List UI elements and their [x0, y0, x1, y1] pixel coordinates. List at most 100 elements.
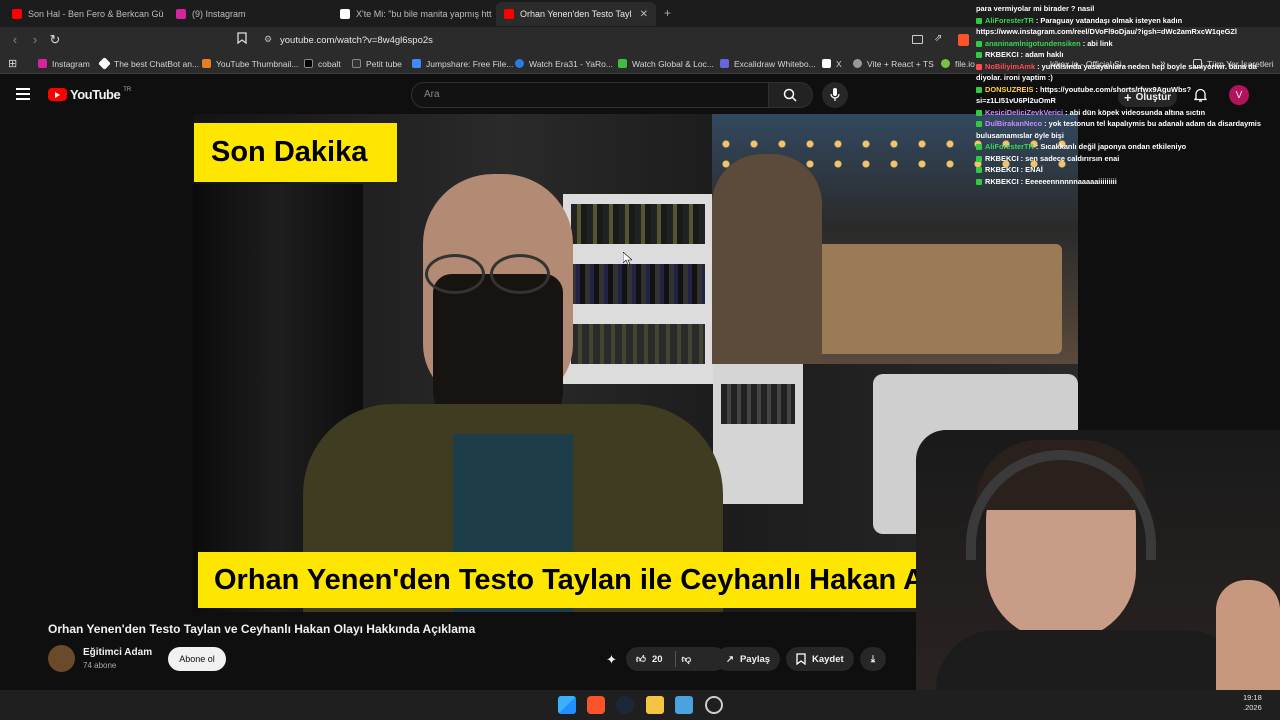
download-button[interactable]: ⤓	[860, 647, 886, 671]
bookmark-x[interactable]: X	[822, 56, 842, 71]
badge-icon	[976, 86, 982, 93]
search-input[interactable]: Ara	[411, 82, 769, 108]
bookmark-icon[interactable]	[234, 32, 250, 47]
apps-grid-icon[interactable]: ⊞	[8, 56, 17, 71]
brave-shield-icon[interactable]	[958, 34, 969, 46]
tab-active-video[interactable]: Orhan Yenen'den Testo Taylan ve ✕	[496, 2, 656, 26]
badge-icon	[976, 155, 982, 162]
like-count[interactable]: 20	[652, 654, 663, 665]
chat-username: AliForesterTR	[985, 15, 1034, 25]
forward-arrow-icon[interactable]: ›	[27, 32, 43, 47]
share-label: Paylaş	[739, 653, 771, 665]
share-button[interactable]: ↗ Paylaş	[716, 647, 781, 671]
bookmark-label: YouTube Thumbnail...	[216, 58, 299, 69]
subscribe-button[interactable]: Abone ol	[168, 647, 226, 671]
new-tab-button[interactable]: +	[664, 6, 671, 20]
tab-x-post[interactable]: X'te Mi: "bu bile manita yapmış https:	[332, 2, 492, 26]
search-placeholder: Ara	[424, 89, 440, 100]
streamer-webcam	[916, 430, 1280, 720]
chat-message: KesiciDeliciZevkVerici: abi dün köpek vi…	[976, 107, 1280, 119]
badge-icon	[976, 167, 982, 174]
bookmark-label: Petit tube	[366, 58, 402, 69]
tab-instagram[interactable]: (9) Instagram	[168, 2, 328, 26]
tab-son-hal[interactable]: Son Hal - Ben Fero & Berkcan Güven	[4, 2, 164, 26]
youtube-logo[interactable]: YouTube TR	[48, 87, 131, 102]
chat-text: : adam haklı	[1020, 50, 1064, 59]
voice-search-button[interactable]	[822, 82, 848, 108]
thumbs-down-icon[interactable]: 👎︎	[682, 653, 692, 665]
chat-text: : sen sadece caldırırsın enai	[1020, 153, 1120, 163]
tab-label: Orhan Yenen'den Testo Taylan ve	[520, 9, 632, 19]
bookmark-era31[interactable]: Watch Era31 - YaRo...	[515, 56, 613, 71]
system-clock[interactable]: 19:18 .2026	[1243, 693, 1262, 713]
share-icon[interactable]: ⇗	[934, 33, 942, 44]
address-bar[interactable]: ⚙ youtube.com/watch?v=8w4gl6spo2s	[255, 31, 895, 50]
site-info-icon[interactable]: ⚙	[264, 34, 272, 45]
youtube-play-icon	[48, 88, 67, 101]
chat-text: https://www.instagram.com/reel/DVoFl9oDj…	[976, 27, 1237, 36]
cast-icon[interactable]	[912, 35, 923, 44]
back-arrow-icon[interactable]: ‹	[7, 32, 23, 47]
cobalt-icon	[304, 59, 313, 68]
bookmark-vite[interactable]: Vite + React + TS	[853, 56, 934, 71]
bookmark-watch-global[interactable]: Watch Global & Loc...	[618, 56, 714, 71]
chat-username: DONSUZREIS	[985, 84, 1034, 94]
subscriber-count: 74 abone	[83, 661, 117, 670]
badge-icon	[976, 121, 982, 128]
video-title: Orhan Yenen'den Testo Taylan ve Ceyhanlı…	[48, 622, 476, 636]
close-tab-icon[interactable]: ✕	[640, 9, 648, 20]
bookmark-chatbot[interactable]: The best ChatBot an...	[98, 56, 200, 71]
channel-name[interactable]: Eğitimci Adam	[83, 647, 152, 658]
stream-chat-overlay: para vermiyolar mi birader ? nasil AliFo…	[976, 0, 1280, 232]
chat-text: diyolar. ironi yaptim :)	[976, 73, 1053, 82]
chat-text: : ENAİ	[1020, 165, 1043, 174]
bookmark-excalidraw[interactable]: Excalidraw Whitebo...	[720, 56, 816, 71]
bookmark-petit-tube[interactable]: Petit tube	[352, 56, 402, 71]
chat-text: : abi link	[1082, 38, 1113, 48]
save-button[interactable]: Kaydet	[786, 647, 854, 671]
youtube-favicon-icon	[12, 9, 22, 19]
chat-username: RKBEKCI	[985, 153, 1019, 163]
snipping-tool-icon[interactable]	[675, 696, 693, 714]
bookmark-yt-thumbnail[interactable]: YouTube Thumbnail...	[202, 56, 298, 71]
microphone-icon	[830, 88, 840, 101]
file-io-icon	[941, 59, 950, 68]
chatbot-icon	[98, 57, 111, 70]
badge-icon	[976, 144, 982, 151]
bookshelf-lower	[713, 364, 803, 504]
steam-icon[interactable]	[616, 696, 634, 714]
badge-icon	[976, 63, 982, 70]
era31-icon	[515, 59, 524, 68]
watch-global-icon	[618, 59, 627, 68]
badge-icon	[976, 52, 982, 59]
breaking-tag-text: Son Dakika	[211, 136, 368, 168]
chat-text: : abi dün köpek videosunda altına sıctın	[1065, 107, 1206, 117]
file-explorer-icon[interactable]	[646, 696, 664, 714]
channel-avatar[interactable]	[48, 645, 75, 672]
bookmark-label: The best ChatBot an...	[114, 58, 200, 69]
bookmark-file-io[interactable]: file.io	[941, 56, 975, 71]
menu-hamburger-icon[interactable]	[16, 88, 30, 100]
reload-icon[interactable]: ↻	[47, 32, 63, 48]
chat-message: RKBEKCI: ENAİ	[976, 164, 1280, 176]
thumbs-up-icon[interactable]: 👍︎	[636, 653, 646, 665]
search-button[interactable]	[769, 82, 813, 108]
chat-text: : Eeeeeennnnnnaaaaaiiiiiiiii	[1020, 176, 1117, 186]
chat-text: : Paraguay vatandaşı olmak isteyen kadın	[1035, 15, 1183, 25]
bookmark-label: Watch Global & Loc...	[632, 58, 714, 69]
chat-text: : https://youtube.com/shorts/rfwx9AguWbs…	[1035, 84, 1192, 94]
bookmark-label: Jumpshare: Free File...	[426, 58, 514, 69]
bookmark-jumpshare[interactable]: Jumpshare: Free File...	[412, 56, 513, 71]
chat-message: ananinamlnigotundensiken: abi link	[976, 38, 1280, 50]
chat-message: DONSUZREIS: https://youtube.com/shorts/r…	[976, 84, 1280, 96]
brave-browser-icon[interactable]	[587, 696, 605, 714]
bookmark-cobalt[interactable]: cobalt	[304, 56, 341, 71]
chat-text: : yurtdisinda yasayanlara neden hep boyl…	[1037, 61, 1257, 71]
start-windows-icon[interactable]	[558, 696, 576, 714]
sparkle-icon[interactable]: ✦	[606, 652, 617, 668]
bookmark-instagram[interactable]: Instagram	[38, 56, 90, 71]
obs-icon[interactable]	[705, 696, 723, 714]
chat-text: bulusamamıslar öyle bişi	[976, 130, 1064, 140]
bookshelf	[563, 194, 713, 384]
save-label: Kaydet	[812, 653, 844, 665]
